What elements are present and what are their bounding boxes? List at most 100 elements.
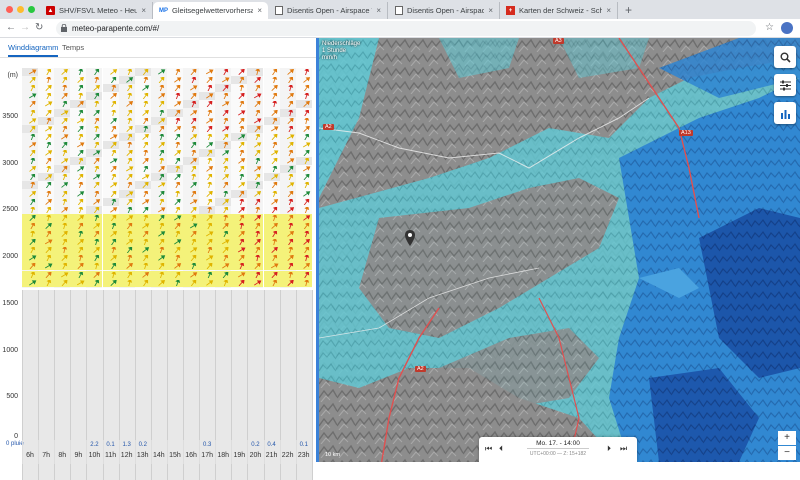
wind-arrow-icon bbox=[158, 231, 166, 237]
wind-arrow-icon bbox=[29, 166, 37, 172]
wind-cell bbox=[134, 230, 151, 238]
wind-arrow-icon bbox=[287, 109, 293, 116]
forward-arrow-icon[interactable]: → bbox=[20, 22, 30, 33]
back-arrow-icon[interactable]: ← bbox=[6, 22, 16, 33]
wind-cell bbox=[38, 116, 55, 125]
wind-arrow-icon bbox=[127, 93, 132, 100]
hour-column bbox=[54, 68, 71, 288]
wind-arrow-icon bbox=[287, 190, 294, 197]
wind-arrow-icon bbox=[95, 166, 100, 173]
wind-cell bbox=[280, 198, 296, 206]
hour-label: 21h bbox=[265, 452, 278, 459]
wind-cell bbox=[247, 100, 263, 108]
wind-cell bbox=[70, 165, 86, 173]
reload-icon[interactable]: ↻ bbox=[35, 22, 43, 33]
wind-cell bbox=[215, 221, 232, 230]
browser-tab-3[interactable]: Disentis Open - Airspace Wildl × bbox=[268, 2, 388, 19]
location-pin-icon[interactable] bbox=[405, 230, 415, 246]
profile-avatar[interactable] bbox=[781, 22, 793, 34]
minimize-window-button[interactable] bbox=[17, 6, 24, 13]
wind-cell bbox=[119, 141, 135, 149]
wind-arrow-icon bbox=[61, 206, 69, 213]
zoom-out-button[interactable]: − bbox=[778, 446, 796, 460]
wind-cell bbox=[38, 190, 54, 198]
wind-cell bbox=[264, 181, 280, 189]
wind-cell bbox=[118, 230, 135, 238]
wind-arrow-icon bbox=[29, 93, 37, 99]
address-bar[interactable]: meteo-parapente.com/#/ bbox=[56, 21, 756, 36]
wind-cell bbox=[119, 181, 135, 189]
wind-arrow-icon bbox=[159, 222, 165, 229]
maximize-window-button[interactable] bbox=[28, 6, 35, 13]
hour-label: 16h bbox=[185, 452, 197, 459]
wind-arrow-icon bbox=[239, 214, 245, 221]
rain-value: 2.2 bbox=[90, 442, 99, 448]
tab-close-icon[interactable]: × bbox=[488, 6, 493, 15]
wind-cell bbox=[183, 246, 200, 255]
skip-to-start-icon[interactable]: ⏮ bbox=[485, 444, 492, 454]
wind-arrow-icon bbox=[29, 280, 37, 286]
wind-arrow-icon bbox=[77, 142, 85, 148]
browser-tab-2-active[interactable]: MP Gleitsegelwettervorhersage | M × bbox=[153, 2, 268, 19]
wind-arrow-icon bbox=[287, 101, 293, 108]
wind-cell bbox=[295, 100, 312, 109]
hour-label: 18h bbox=[217, 452, 230, 459]
wind-arrow-icon bbox=[174, 101, 182, 108]
wind-cell bbox=[151, 198, 167, 206]
wind-cell bbox=[134, 68, 151, 76]
wind-cell bbox=[54, 278, 71, 287]
layer-settings-button[interactable] bbox=[774, 74, 796, 96]
wind-arrow-icon bbox=[126, 247, 132, 254]
wind-arrow-icon bbox=[286, 158, 295, 164]
star-icon[interactable]: ☆ bbox=[765, 22, 774, 33]
wind-cell bbox=[54, 246, 71, 255]
skip-to-end-icon[interactable]: ⏭ bbox=[620, 444, 627, 454]
wind-arrow-icon bbox=[46, 190, 52, 197]
tab-temps[interactable]: Temps bbox=[62, 43, 84, 52]
wind-cell bbox=[150, 230, 167, 238]
wind-cell bbox=[102, 254, 119, 263]
wind-arrow-icon bbox=[29, 125, 36, 132]
wind-arrow-icon bbox=[126, 133, 132, 140]
step-forward-icon[interactable]: ⏵ bbox=[607, 444, 611, 454]
browser-tab-1[interactable]: ▲ SHV/FSVL Meteo - Heute × bbox=[40, 2, 153, 19]
browser-tab-4[interactable]: Disentis Open - Airspace × bbox=[388, 2, 500, 19]
tab-close-icon[interactable]: × bbox=[257, 6, 262, 15]
close-window-button[interactable] bbox=[6, 6, 13, 13]
new-tab-button[interactable]: + bbox=[625, 3, 632, 17]
wind-arrow-icon bbox=[46, 255, 52, 262]
wind-cell bbox=[183, 149, 199, 157]
precipitation-map[interactable]: Niederschläge 1 Stunde mm/h A2 A13 A3 A2… bbox=[319, 38, 800, 462]
chart-button[interactable] bbox=[774, 102, 796, 124]
wind-arrow-icon bbox=[125, 190, 134, 196]
wind-arrow-icon bbox=[287, 239, 293, 246]
wind-arrow-icon bbox=[175, 141, 181, 148]
tab-close-icon[interactable]: × bbox=[606, 6, 611, 15]
wind-cell bbox=[86, 157, 102, 165]
wind-arrow-icon bbox=[78, 231, 84, 237]
wind-arrow-icon bbox=[159, 150, 164, 156]
tab-close-icon[interactable]: × bbox=[376, 6, 381, 15]
time-slider[interactable] bbox=[527, 448, 589, 449]
wind-arrow-icon bbox=[190, 206, 197, 213]
tab-winddiagramm[interactable]: Winddiagramm bbox=[8, 43, 59, 57]
wind-cell bbox=[231, 84, 247, 92]
wind-arrow-icon bbox=[158, 214, 165, 221]
wind-arrow-icon bbox=[175, 206, 181, 213]
wind-arrow-icon bbox=[93, 174, 101, 180]
browser-tab-5[interactable]: + Karten der Schweiz - Schweizer × bbox=[500, 2, 618, 19]
wind-arrow-icon bbox=[207, 150, 213, 156]
wind-arrow-icon bbox=[158, 279, 165, 286]
wind-cell bbox=[296, 76, 312, 84]
wind-cell bbox=[38, 125, 54, 133]
wind-cell bbox=[151, 125, 167, 133]
wind-arrow-icon bbox=[255, 174, 261, 181]
tab-title: Disentis Open - Airspace bbox=[407, 6, 485, 15]
wind-arrow-icon bbox=[255, 150, 261, 156]
wind-arrow-icon bbox=[191, 239, 197, 246]
tab-close-icon[interactable]: × bbox=[141, 6, 146, 15]
search-button[interactable] bbox=[774, 46, 796, 68]
zoom-in-button[interactable]: + bbox=[778, 431, 796, 445]
step-back-icon[interactable]: ⏴ bbox=[499, 444, 503, 454]
wind-cell bbox=[199, 125, 215, 133]
